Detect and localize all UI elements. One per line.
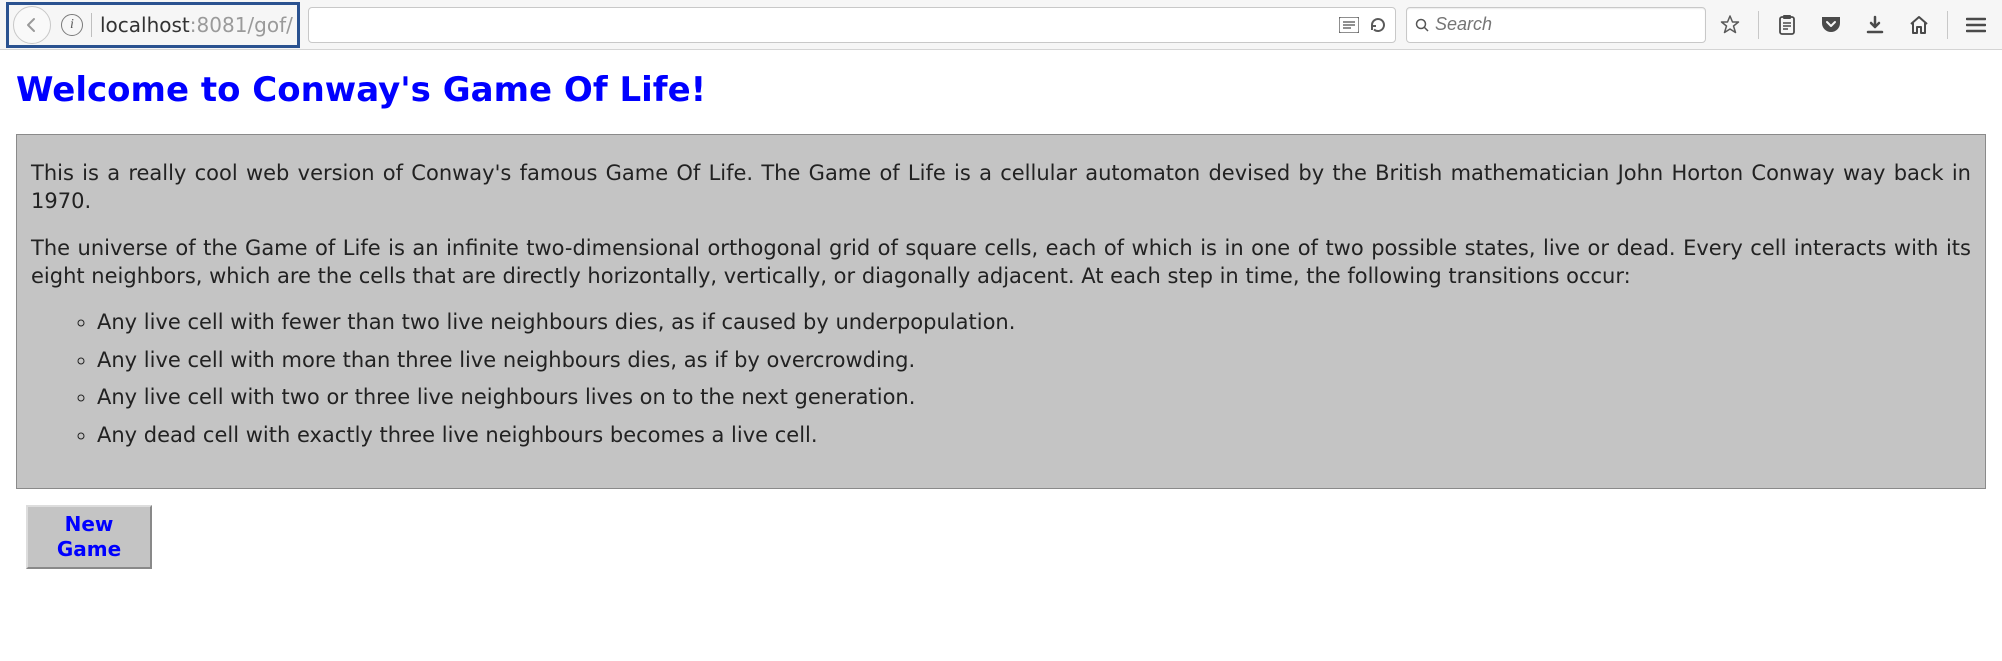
pocket-icon[interactable] xyxy=(1813,7,1849,43)
search-box[interactable] xyxy=(1406,7,1706,43)
url-highlight-region: i localhost:8081/gof/ xyxy=(6,2,300,48)
search-icon xyxy=(1415,18,1429,32)
url-path: :8081/gof/ xyxy=(190,13,293,37)
new-game-button[interactable]: New Game xyxy=(26,505,152,569)
separator xyxy=(91,13,92,37)
bookmark-star-icon[interactable] xyxy=(1712,7,1748,43)
reload-icon[interactable] xyxy=(1369,16,1387,34)
home-icon[interactable] xyxy=(1901,7,1937,43)
clipboard-icon[interactable] xyxy=(1769,7,1805,43)
arrow-left-icon xyxy=(24,17,40,33)
rules-list: Any live cell with fewer than two live n… xyxy=(31,308,1971,450)
browser-toolbar: i localhost:8081/gof/ xyxy=(0,0,2002,50)
page-title: Welcome to Conway's Game Of Life! xyxy=(16,70,1986,110)
list-item: Any live cell with two or three live nei… xyxy=(97,383,1971,412)
back-button[interactable] xyxy=(13,6,51,44)
menu-icon[interactable] xyxy=(1958,7,1994,43)
url-host: localhost xyxy=(100,13,190,37)
intro-paragraph-2: The universe of the Game of Life is an i… xyxy=(31,234,1971,291)
intro-box: This is a really cool web version of Con… xyxy=(16,134,1986,489)
address-bar[interactable] xyxy=(308,7,1396,43)
search-input[interactable] xyxy=(1435,14,1697,35)
list-item: Any live cell with more than three live … xyxy=(97,346,1971,375)
list-item: Any live cell with fewer than two live n… xyxy=(97,308,1971,337)
site-info-icon[interactable]: i xyxy=(61,14,83,36)
page-content: Welcome to Conway's Game Of Life! This i… xyxy=(0,50,2002,599)
downloads-icon[interactable] xyxy=(1857,7,1893,43)
intro-paragraph-1: This is a really cool web version of Con… xyxy=(31,159,1971,216)
url-display[interactable]: localhost:8081/gof/ xyxy=(100,13,293,37)
reader-mode-icon[interactable] xyxy=(1339,17,1359,33)
separator xyxy=(1758,11,1759,39)
separator xyxy=(1947,11,1948,39)
list-item: Any dead cell with exactly three live ne… xyxy=(97,421,1971,450)
